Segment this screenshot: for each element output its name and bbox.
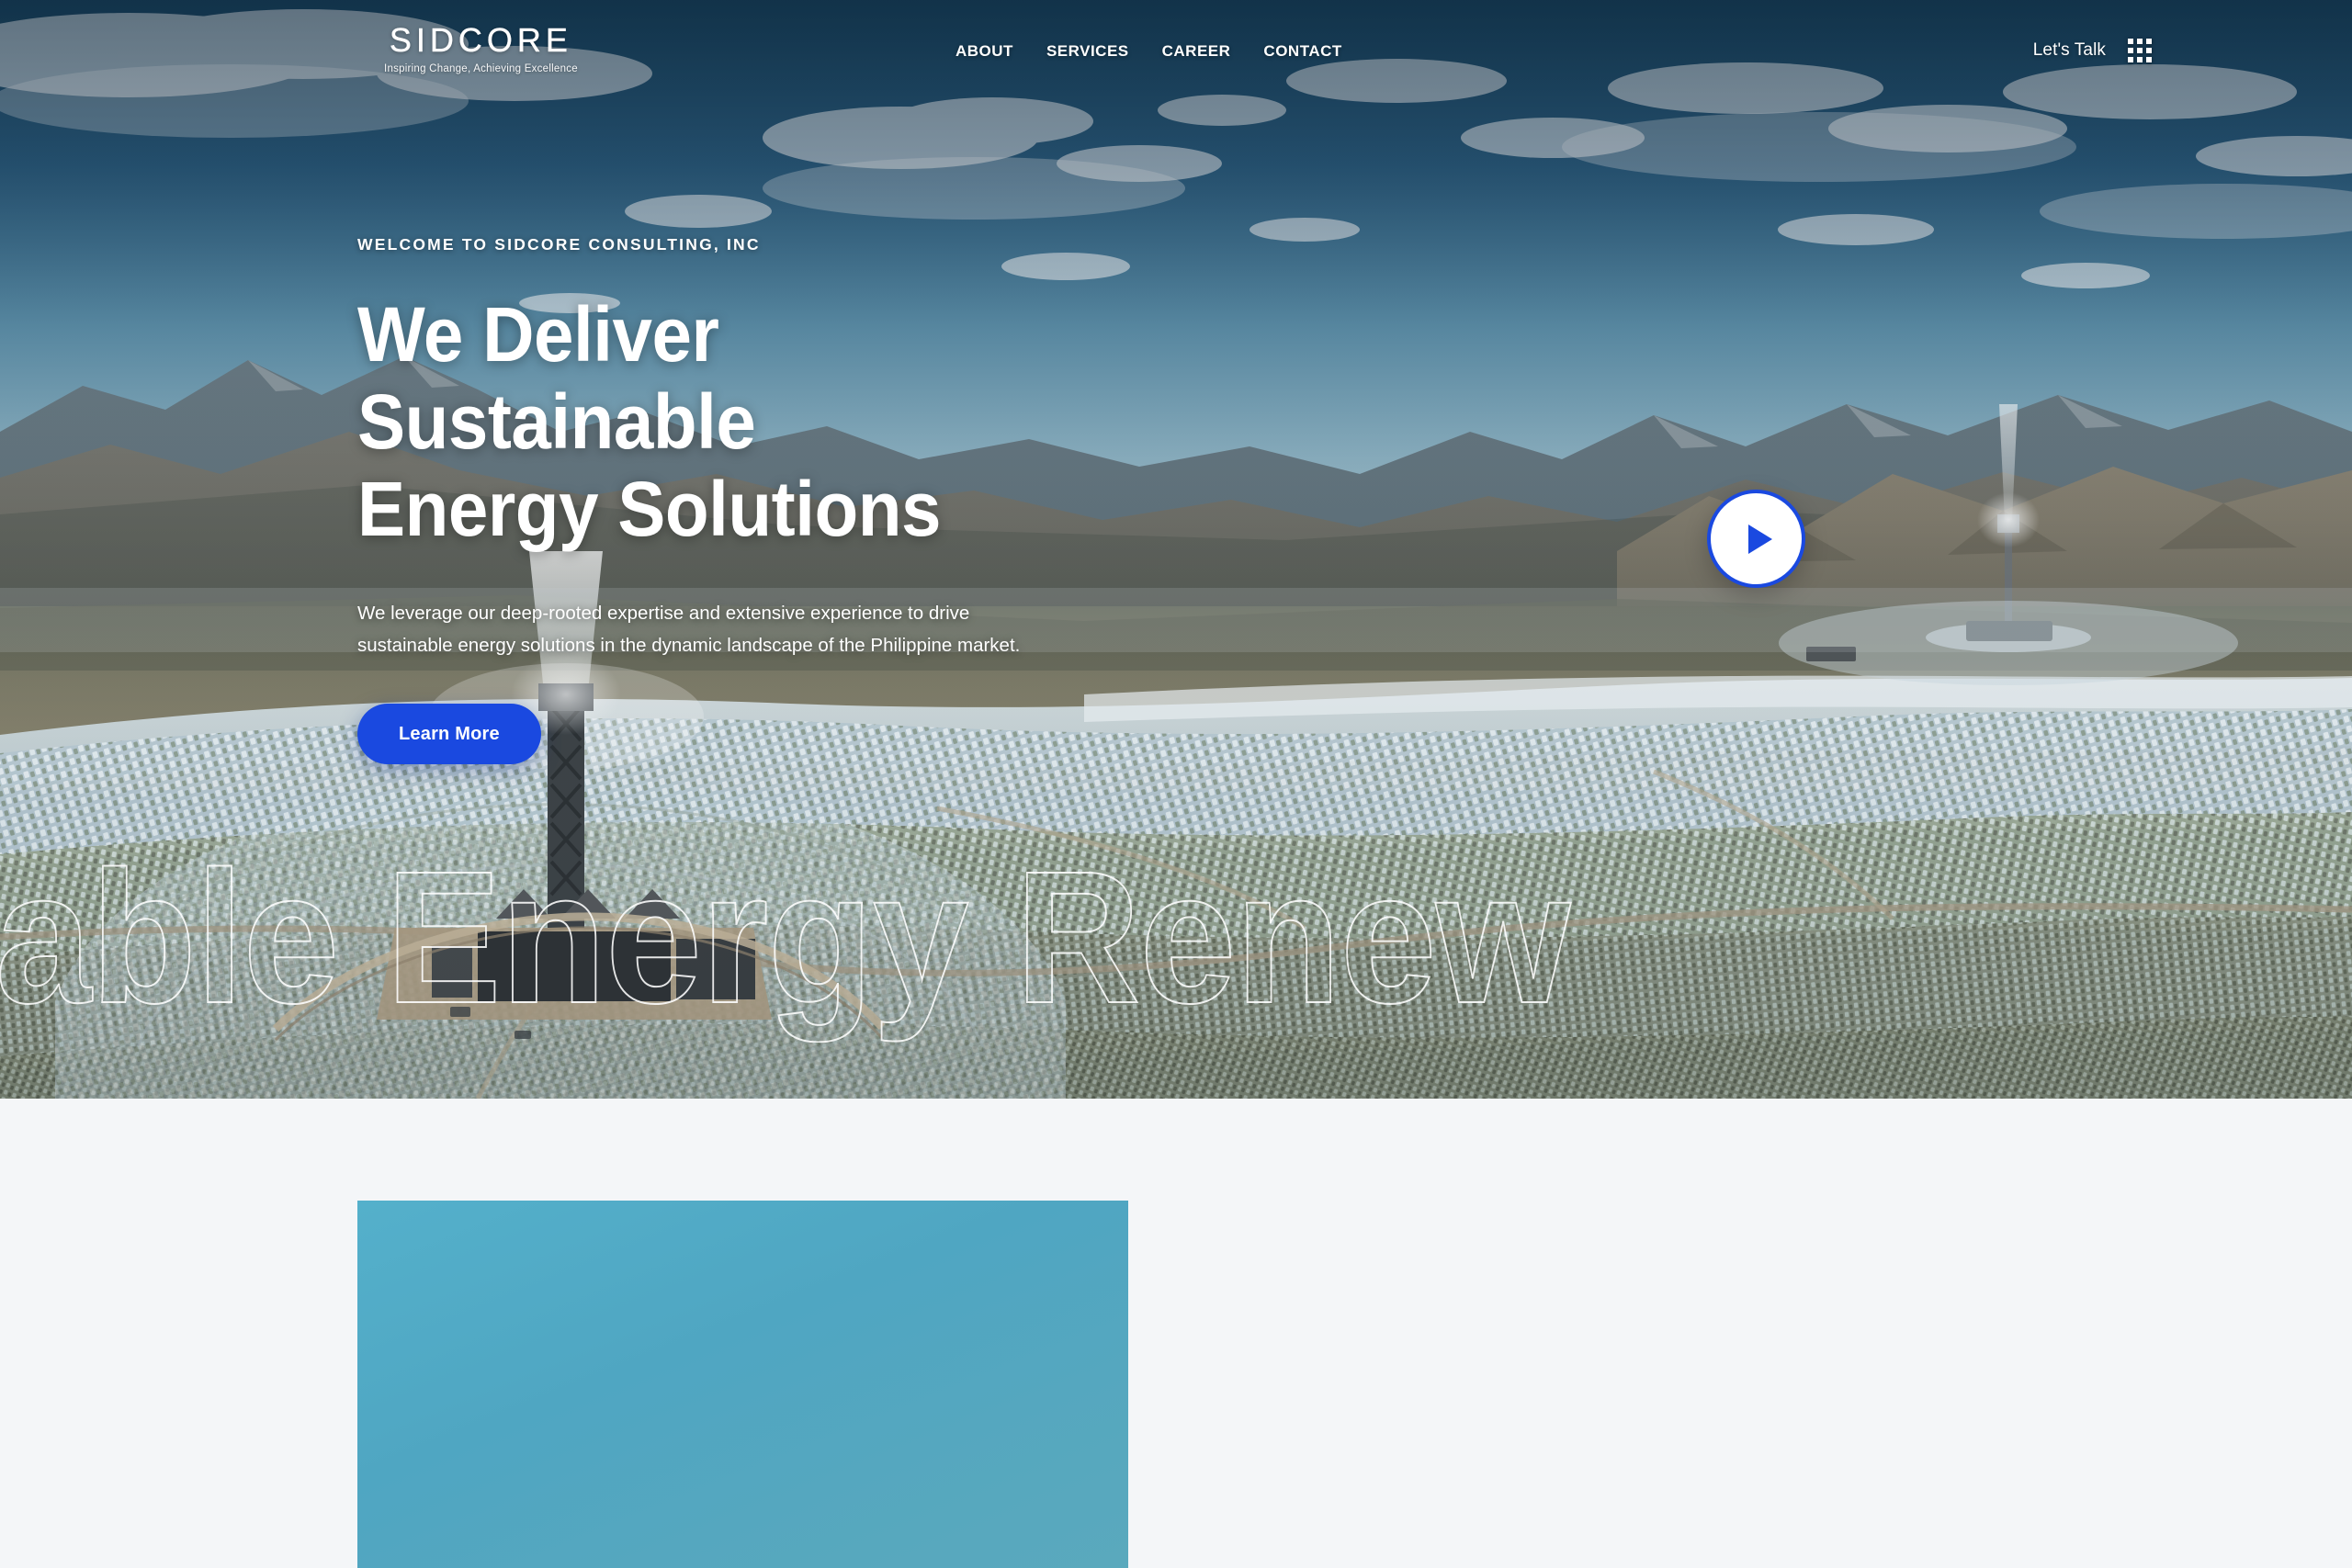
- hero-content: WELCOME TO SIDCORE CONSULTING, INC We De…: [357, 235, 1276, 765]
- header-actions: Let's Talk: [2033, 39, 2152, 62]
- logo-text: SIDCORE: [389, 21, 572, 59]
- hero-eyebrow: WELCOME TO SIDCORE CONSULTING, INC: [357, 235, 761, 254]
- media-card: [357, 1201, 1128, 1568]
- logo-tagline: Inspiring Change, Achieving Excellence: [384, 63, 578, 74]
- content-section: [0, 1099, 2352, 1568]
- nav-item-career[interactable]: CAREER: [1162, 42, 1231, 61]
- hero-section: SIDCORE Inspiring Change, Achieving Exce…: [0, 0, 2352, 1099]
- grid-menu-icon[interactable]: [2128, 39, 2152, 62]
- hero-headline-line1: We Deliver Sustainable: [357, 291, 756, 465]
- grid-dot: [2137, 39, 2143, 44]
- play-icon: [1747, 524, 1772, 554]
- grid-dot: [2128, 48, 2133, 53]
- main-navigation: ABOUT SERVICES CAREER CONTACT: [956, 42, 1342, 61]
- hero-headline: We Deliver Sustainable Energy Solutions: [357, 291, 1109, 553]
- site-header: SIDCORE Inspiring Change, Achieving Exce…: [0, 0, 2352, 108]
- nav-item-services[interactable]: SERVICES: [1046, 42, 1129, 61]
- nav-item-about[interactable]: ABOUT: [956, 42, 1013, 61]
- grid-dot: [2146, 57, 2152, 62]
- lets-talk-link[interactable]: Let's Talk: [2033, 40, 2106, 61]
- grid-dot: [2128, 57, 2133, 62]
- grid-dot: [2137, 48, 2143, 53]
- grid-dot: [2137, 57, 2143, 62]
- grid-dot: [2146, 48, 2152, 53]
- logo[interactable]: SIDCORE Inspiring Change, Achieving Exce…: [384, 21, 578, 74]
- play-video-button[interactable]: [1707, 490, 1805, 588]
- learn-more-button[interactable]: Learn More: [357, 704, 541, 765]
- hero-paragraph: We leverage our deep-rooted expertise an…: [357, 602, 1021, 656]
- grid-dot: [2128, 39, 2133, 44]
- nav-item-contact[interactable]: CONTACT: [1263, 42, 1341, 61]
- grid-dot: [2146, 39, 2152, 44]
- hero-headline-line2: Energy Solutions: [357, 465, 941, 552]
